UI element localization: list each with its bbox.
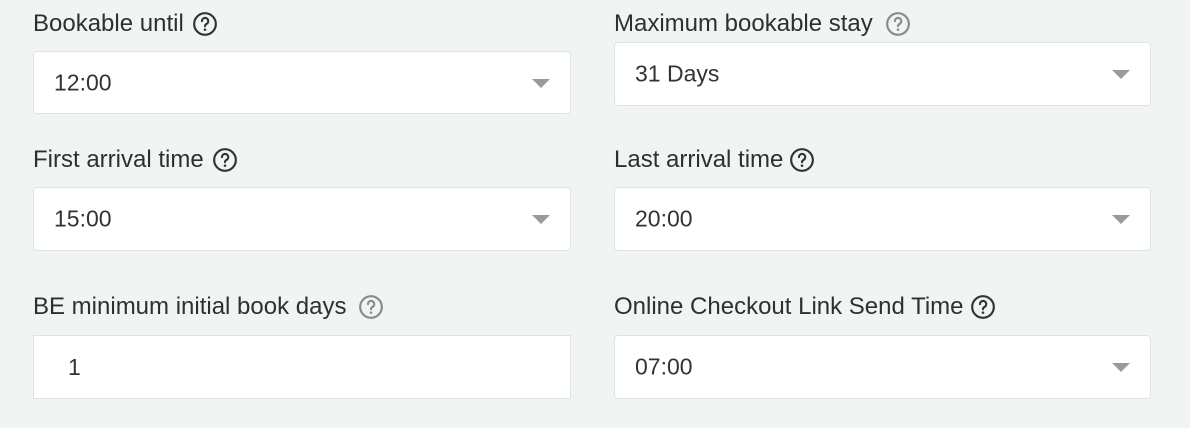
- max-bookable-stay-label: Maximum bookable stay: [614, 10, 873, 37]
- bookable-until-label: Bookable until: [33, 10, 184, 37]
- be-min-initial-book-days-label: BE minimum initial book days: [33, 293, 347, 320]
- be-min-initial-book-days-label-row: BE minimum initial book days: [33, 293, 384, 321]
- first-arrival-time-select[interactable]: 15:00: [33, 187, 571, 251]
- first-arrival-time-label-row: First arrival time: [33, 146, 238, 174]
- last-arrival-time-label: Last arrival time: [614, 146, 784, 173]
- bookable-until-value: 12:00: [54, 69, 112, 95]
- first-arrival-time-value: 15:00: [54, 205, 112, 232]
- last-arrival-time-value: 20:00: [635, 205, 693, 232]
- chevron-down-icon: [532, 78, 550, 88]
- help-circle-icon[interactable]: [789, 147, 815, 173]
- help-circle-icon[interactable]: [212, 147, 238, 173]
- online-checkout-link-send-time-value: 07:00: [635, 353, 693, 380]
- max-bookable-stay-label-row: Maximum bookable stay: [614, 10, 911, 38]
- max-bookable-stay-field: Maximum bookable stay 31 Days: [614, 0, 1151, 110]
- max-bookable-stay-value: 31 Days: [635, 60, 720, 87]
- max-bookable-stay-select[interactable]: 31 Days: [614, 42, 1151, 106]
- online-checkout-link-send-time-label-row: Online Checkout Link Send Time: [614, 293, 996, 321]
- first-arrival-time-field: First arrival time 15:00: [33, 140, 571, 252]
- online-checkout-link-send-time-field: Online Checkout Link Send Time 07:00: [614, 285, 1151, 405]
- chevron-down-icon: [1112, 215, 1130, 224]
- be-min-initial-book-days-input[interactable]: [33, 335, 571, 399]
- help-circle-icon[interactable]: [970, 294, 996, 320]
- bookable-until-label-row: Bookable until: [33, 10, 218, 38]
- help-circle-icon[interactable]: [192, 11, 218, 37]
- help-circle-icon[interactable]: [358, 294, 384, 320]
- last-arrival-time-select[interactable]: 20:00: [614, 187, 1151, 251]
- chevron-down-icon: [532, 215, 550, 224]
- last-arrival-time-field: Last arrival time 20:00: [614, 140, 1151, 252]
- chevron-down-icon: [1112, 363, 1130, 372]
- last-arrival-time-label-row: Last arrival time: [614, 146, 815, 174]
- help-circle-icon[interactable]: [885, 11, 911, 37]
- first-arrival-time-label: First arrival time: [33, 146, 204, 173]
- online-checkout-link-send-time-select[interactable]: 07:00: [614, 335, 1151, 399]
- bookable-until-select[interactable]: 12:00: [33, 51, 571, 114]
- bookable-until-field: Bookable until 12:00: [33, 0, 571, 120]
- online-checkout-link-send-time-label: Online Checkout Link Send Time: [614, 293, 964, 320]
- be-min-initial-book-days-field: BE minimum initial book days: [33, 285, 571, 405]
- chevron-down-icon: [1112, 70, 1130, 79]
